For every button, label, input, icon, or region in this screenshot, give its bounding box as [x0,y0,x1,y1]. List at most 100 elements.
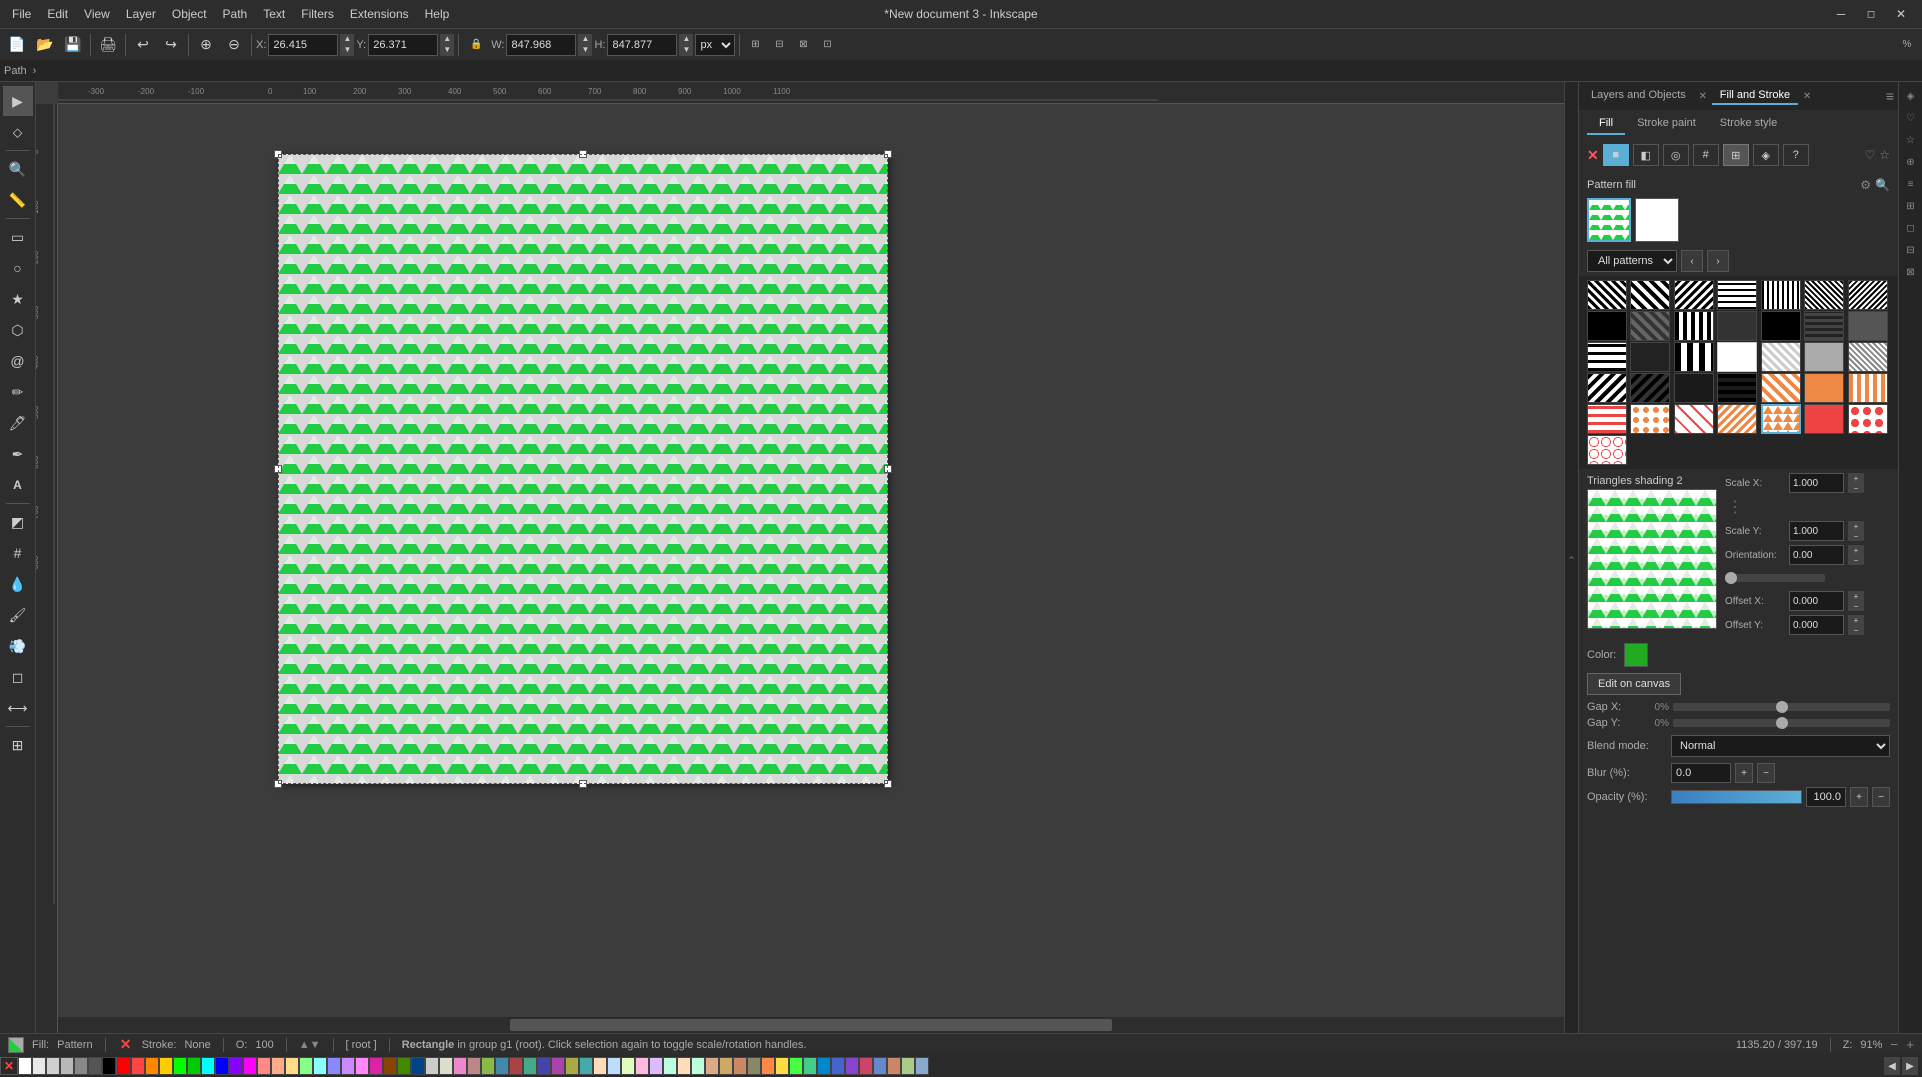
color-apricot[interactable] [593,1057,607,1075]
color-babyblue[interactable] [607,1057,621,1075]
color-crimson[interactable] [859,1057,873,1075]
patterns-prev-button[interactable]: ‹ [1681,250,1703,272]
blank-pattern-preview[interactable] [1635,198,1679,242]
palette-no-fill[interactable]: ✕ [0,1057,18,1075]
new-button[interactable]: 📄 [4,32,30,58]
scale-x-input[interactable] [1789,473,1844,493]
w-input[interactable] [506,34,576,56]
snap-btn-4[interactable]: ⊡ [816,34,838,56]
pattern-swatch-3[interactable] [1674,280,1714,310]
h-up-button[interactable]: ▲ [679,34,693,45]
paint-tool[interactable]: 🖌 [3,600,33,630]
color-white[interactable] [18,1057,32,1075]
offset-y-input[interactable] [1789,615,1844,635]
color-indigo[interactable] [537,1057,551,1075]
fill-star-button[interactable]: ☆ [1879,148,1890,162]
edit-on-canvas-button[interactable]: Edit on canvas [1587,673,1681,695]
pattern-settings-button[interactable]: ⚙ [1860,178,1871,192]
w-up-button[interactable]: ▲ [578,34,592,45]
color-caramel[interactable] [719,1057,733,1075]
canvas-content[interactable] [58,104,1564,1015]
orientation-input[interactable] [1789,545,1844,565]
color-darkgray[interactable] [88,1057,102,1075]
color-copper[interactable] [887,1057,901,1075]
color-sapphire[interactable] [831,1057,845,1075]
color-yellow[interactable] [159,1057,173,1075]
gap-y-slider[interactable] [1673,719,1890,727]
color-violet[interactable] [551,1057,565,1075]
pattern-swatch-2[interactable] [1630,280,1670,310]
orient-down[interactable]: − [1848,555,1864,565]
w-down-button[interactable]: ▼ [578,45,592,56]
offset-x-up[interactable]: + [1848,591,1864,601]
color-azure[interactable] [817,1057,831,1075]
pattern-swatch-7[interactable] [1848,280,1888,310]
orientation-slider[interactable] [1725,574,1825,582]
zoom-in-status[interactable]: + [1906,1037,1914,1052]
color-lightgreen[interactable] [299,1057,313,1075]
measure-tool[interactable]: 📏 [3,185,33,215]
color-peach[interactable] [271,1057,285,1075]
opacity-input[interactable] [1806,787,1846,807]
pattern-swatch-25[interactable] [1717,373,1757,403]
scale-y-input[interactable] [1789,521,1844,541]
pattern-swatch-8[interactable] [1587,311,1627,341]
blur-input[interactable] [1671,763,1731,783]
pattern-swatch-tri-green-1[interactable] [1761,404,1801,434]
opacity-bar[interactable] [1671,790,1802,804]
color-amethyst[interactable] [845,1057,859,1075]
dropper-tool[interactable]: 💧 [3,569,33,599]
color-honeydew[interactable] [621,1057,635,1075]
fill-tab-stroke-style[interactable]: Stroke style [1708,113,1789,135]
menu-text[interactable]: Text [255,5,293,23]
star-tool[interactable]: ★ [3,284,33,314]
x-down-button[interactable]: ▼ [340,45,354,56]
gradient-tool[interactable]: ◩ [3,507,33,537]
h-down-button[interactable]: ▼ [679,45,693,56]
color-blue[interactable] [215,1057,229,1075]
h-input[interactable] [607,34,677,56]
panel-collapse-button[interactable]: ‹ [1564,82,1578,1033]
menu-path[interactable]: Path [215,5,256,23]
color-wisteria[interactable] [649,1057,663,1075]
color-cadet[interactable] [915,1057,929,1075]
redo-button[interactable]: ↪ [158,32,184,58]
scrollbar-thumb[interactable] [510,1019,1112,1031]
calligraph-tool[interactable]: ✒ [3,439,33,469]
fill-mesh-button[interactable]: # [1693,144,1719,166]
color-lightgray1[interactable] [32,1057,46,1075]
opacity-stepper[interactable]: ▲▼ [299,1039,321,1051]
print-button[interactable]: 🖨 [95,32,121,58]
pattern-swatch-6[interactable] [1804,280,1844,310]
pattern-swatch-5[interactable] [1761,280,1801,310]
pattern-swatch-27[interactable] [1804,373,1844,403]
pattern-swatch-30[interactable] [1630,404,1670,434]
orient-up[interactable]: + [1848,545,1864,555]
color-artichoke[interactable] [901,1057,915,1075]
pattern-swatch-17[interactable] [1674,342,1714,372]
blend-mode-select[interactable]: Normal Multiply Screen [1671,735,1890,757]
opacity-up[interactable]: + [1850,787,1868,807]
color-swatch[interactable] [1624,643,1648,667]
fill-none-button[interactable]: ✕ [1587,147,1599,164]
snap-btn-2[interactable]: ⊟ [768,34,790,56]
color-cream[interactable] [439,1057,453,1075]
color-cyan[interactable] [201,1057,215,1075]
color-amber[interactable] [761,1057,775,1075]
offset-x-input[interactable] [1789,591,1844,611]
pattern-swatch-13[interactable] [1804,311,1844,341]
pattern-swatch-31[interactable] [1674,404,1714,434]
open-button[interactable]: 📂 [32,32,58,58]
color-green[interactable] [173,1057,187,1075]
pattern-swatch-4[interactable] [1717,280,1757,310]
patterns-filter-select[interactable]: All patterns Basic Stripes [1587,250,1677,272]
menu-extensions[interactable]: Extensions [342,5,417,23]
rect-tool[interactable]: ▭ [3,222,33,252]
pattern-swatch-1[interactable] [1587,280,1627,310]
rs-btn-1[interactable]: ◈ [1901,86,1921,106]
patterns-next-button[interactable]: › [1707,250,1729,272]
menu-object[interactable]: Object [164,5,215,23]
snap-btn-3[interactable]: ⊠ [792,34,814,56]
blur-up[interactable]: + [1735,763,1753,783]
tab-fill-stroke[interactable]: Fill and Stroke [1712,87,1798,105]
